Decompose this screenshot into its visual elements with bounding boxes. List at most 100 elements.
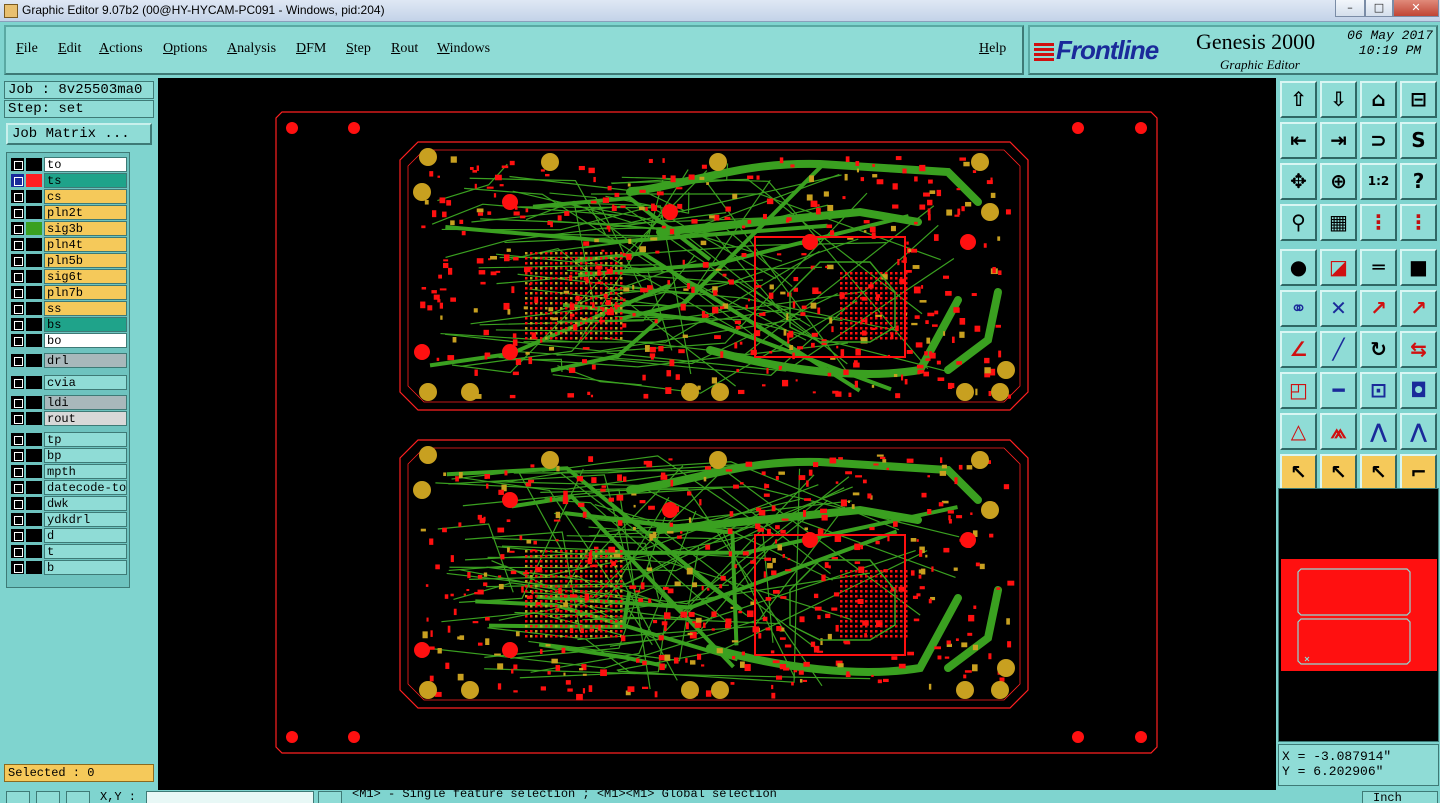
layer-row-pln4t[interactable]: pln4t <box>9 237 127 252</box>
layer-name[interactable]: bp <box>44 448 127 463</box>
menu-rout[interactable]: Rout <box>391 41 418 57</box>
layer-name[interactable]: pln5b <box>44 253 127 268</box>
job-matrix-button[interactable]: Job Matrix ... <box>6 123 152 145</box>
layer-color-swatch[interactable] <box>26 412 42 425</box>
graphic-canvas[interactable] <box>158 78 1276 790</box>
layer-row-sig6t[interactable]: sig6t <box>9 269 127 284</box>
layer-row-dwk[interactable]: dwk <box>9 496 127 511</box>
board-overview-map[interactable] <box>1279 489 1440 743</box>
slide-icon[interactable]: ↗ <box>1400 290 1437 327</box>
layer-checkbox[interactable] <box>11 334 24 347</box>
connect-icon[interactable]: ⚭ <box>1280 290 1317 327</box>
layer-checkbox[interactable] <box>11 497 24 510</box>
pan-swap-icon[interactable]: ⊃ <box>1360 122 1397 159</box>
layer-name[interactable]: ydkdrl <box>44 512 127 527</box>
status-button-4[interactable] <box>318 791 342 803</box>
menu-actions[interactable]: Actions <box>99 41 143 57</box>
select-route-icon[interactable]: ⌐ <box>1400 454 1437 491</box>
layer-name[interactable]: dwk <box>44 496 127 511</box>
layer-checkbox[interactable] <box>11 158 24 171</box>
layer-row-datecode-to[interactable]: datecode-to <box>9 480 127 495</box>
warn-triangle-icon[interactable]: △ <box>1280 413 1317 450</box>
select-touch-icon[interactable]: ↖ <box>1360 454 1397 491</box>
layer-row-to[interactable]: to <box>9 157 127 172</box>
layer-checkbox[interactable] <box>11 412 24 425</box>
layer-name[interactable]: mpth <box>44 464 127 479</box>
layer-checkbox[interactable] <box>11 561 24 574</box>
snap-icon[interactable]: ⚲ <box>1280 204 1317 241</box>
layer-row-ss[interactable]: ss <box>9 301 127 316</box>
menu-options[interactable]: Options <box>163 41 207 57</box>
arc-icon[interactable]: ⋀ <box>1360 413 1397 450</box>
layer-row-rout[interactable]: rout <box>9 411 127 426</box>
add-line-icon[interactable]: ◪ <box>1320 249 1357 286</box>
minimize-icon[interactable]: – <box>1335 0 1365 17</box>
layer-color-swatch[interactable] <box>26 465 42 478</box>
layer-name[interactable]: pln7b <box>44 285 127 300</box>
layer-name[interactable]: ts <box>44 173 127 188</box>
layer-row-b[interactable]: b <box>9 560 127 575</box>
pcb-board[interactable] <box>158 78 1276 790</box>
layer-name[interactable]: t <box>44 544 127 559</box>
arc-alt-icon[interactable]: ⋀ <box>1400 413 1437 450</box>
layer-checkbox[interactable] <box>11 376 24 389</box>
layer-checkbox[interactable] <box>11 396 24 409</box>
layer-name[interactable]: ss <box>44 301 127 316</box>
select-pointer-icon[interactable]: ↖ <box>1280 454 1317 491</box>
layer-row-pln7b[interactable]: pln7b <box>9 285 127 300</box>
layer-checkbox[interactable] <box>11 238 24 251</box>
measure-icon[interactable]: ═ <box>1360 249 1397 286</box>
maximize-icon[interactable]: □ <box>1365 0 1393 17</box>
layer-color-swatch[interactable] <box>26 190 42 203</box>
layer-checkbox[interactable] <box>11 318 24 331</box>
layer-name[interactable]: pln4t <box>44 237 127 252</box>
menu-step[interactable]: Step <box>346 41 371 57</box>
layer-name[interactable]: drl <box>44 353 127 368</box>
layer-row-bs[interactable]: bs <box>9 317 127 332</box>
layer-checkbox[interactable] <box>11 174 24 187</box>
layer-color-swatch[interactable] <box>26 545 42 558</box>
zoom-out-icon[interactable]: ⊕ <box>1320 163 1357 200</box>
zoom-home-icon[interactable]: ⇧ <box>1280 81 1317 118</box>
layer-color-swatch[interactable] <box>26 497 42 510</box>
layer-row-ydkdrl[interactable]: ydkdrl <box>9 512 127 527</box>
layer-color-swatch[interactable] <box>26 529 42 542</box>
break-icon[interactable]: ━ <box>1320 372 1357 409</box>
menu-analysis[interactable]: Analysis <box>227 41 276 57</box>
zoom-fit-icon[interactable]: ⇩ <box>1320 81 1357 118</box>
layer-row-cs[interactable]: cs <box>9 189 127 204</box>
layer-checkbox[interactable] <box>11 433 24 446</box>
menu-dfm[interactable]: DFM <box>296 41 326 57</box>
status-button-1[interactable] <box>6 791 30 803</box>
layer-checkbox[interactable] <box>11 529 24 542</box>
layer-row-mpth[interactable]: mpth <box>9 464 127 479</box>
layer-row-sig3b[interactable]: sig3b <box>9 221 127 236</box>
query-icon[interactable]: ? <box>1400 163 1437 200</box>
layer-checkbox[interactable] <box>11 286 24 299</box>
close-icon[interactable]: ✕ <box>1393 0 1439 17</box>
layer-row-ts[interactable]: ts <box>9 173 127 188</box>
layers-red-alt-icon[interactable]: ⋮ <box>1400 204 1437 241</box>
layer-color-swatch[interactable] <box>26 376 42 389</box>
layer-row-bp[interactable]: bp <box>9 448 127 463</box>
select-box-icon[interactable]: ↖ <box>1320 454 1357 491</box>
layer-row-t[interactable]: t <box>9 544 127 559</box>
layer-row-d[interactable]: d <box>9 528 127 543</box>
layer-color-swatch[interactable] <box>26 396 42 409</box>
layer-checkbox[interactable] <box>11 190 24 203</box>
menu-windows[interactable]: Windows <box>437 41 490 57</box>
layer-color-swatch[interactable] <box>26 449 42 462</box>
pan-step-icon[interactable]: S <box>1400 122 1437 159</box>
copy-pads-icon[interactable]: ◘ <box>1400 372 1437 409</box>
layer-checkbox[interactable] <box>11 302 24 315</box>
layer-color-swatch[interactable] <box>26 222 42 235</box>
zoom-in-icon[interactable]: ✥ <box>1280 163 1317 200</box>
pan-right-icon[interactable]: ⇥ <box>1320 122 1357 159</box>
layer-checkbox[interactable] <box>11 465 24 478</box>
layer-name[interactable]: sig6t <box>44 269 127 284</box>
delete-node-icon[interactable]: ✕ <box>1320 290 1357 327</box>
add-corner-icon[interactable]: ∠ <box>1280 331 1317 368</box>
layer-name[interactable]: bo <box>44 333 127 348</box>
layer-row-drl[interactable]: drl <box>9 353 127 368</box>
layers-red-icon[interactable]: ⋮ <box>1360 204 1397 241</box>
